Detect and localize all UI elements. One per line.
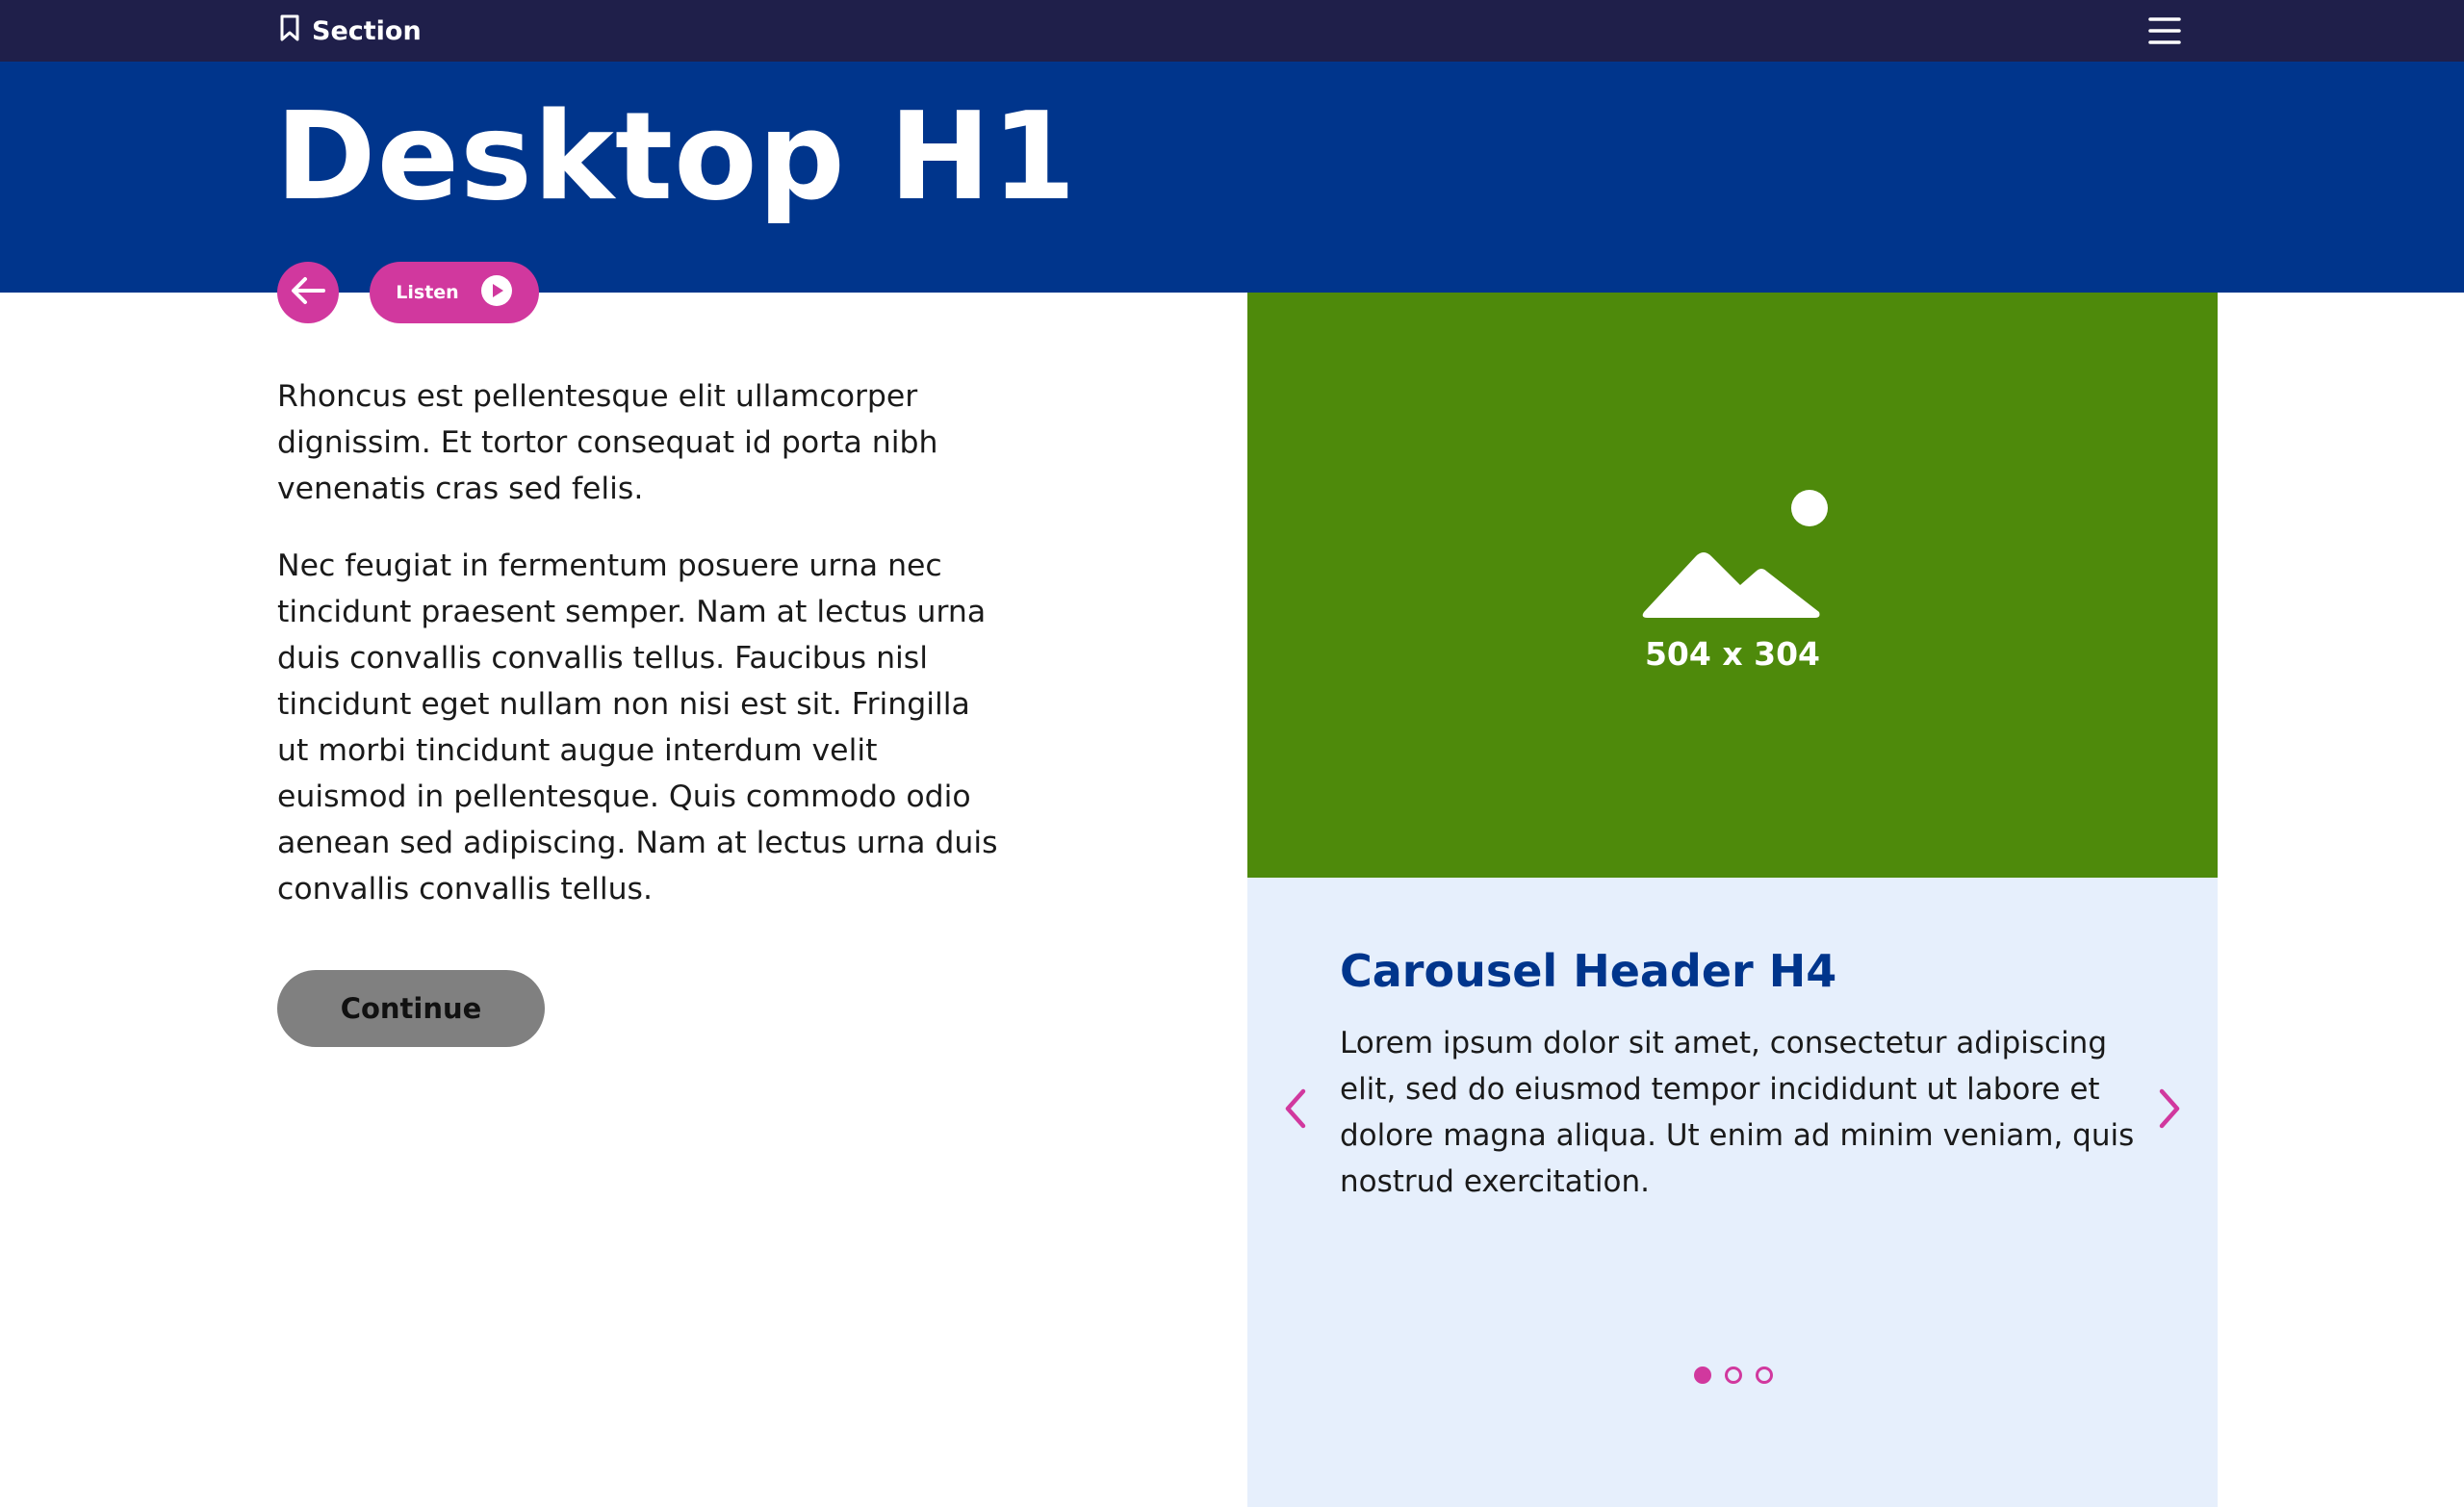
section-label: Section (312, 15, 422, 46)
carousel-dot[interactable] (1694, 1367, 1711, 1384)
page: Section Desktop H1 Listen Rhoncus est pe… (0, 0, 2464, 1507)
image-placeholder: 504 x 304 (1247, 293, 2218, 878)
chevron-left-icon (1280, 1088, 1309, 1134)
carousel-dot[interactable] (1756, 1367, 1773, 1384)
hamburger-menu-icon[interactable] (2146, 13, 2183, 48)
carousel-prev-button[interactable] (1280, 1087, 1309, 1130)
play-icon (480, 274, 513, 312)
bookmark-icon (279, 14, 300, 48)
back-button[interactable] (277, 262, 339, 323)
paragraph: Rhoncus est pellentesque elit ullamcorpe… (277, 379, 938, 506)
carousel-next-button[interactable] (2156, 1087, 2185, 1130)
chevron-right-icon (2156, 1088, 2185, 1134)
carousel-dot[interactable] (1725, 1367, 1742, 1384)
image-size-label: 504 x 304 (1644, 635, 1821, 673)
carousel: Carousel Header H4 Lorem ipsum dolor sit… (1247, 878, 2218, 1507)
arrow-left-icon (290, 276, 326, 309)
carousel-pagination (1694, 1367, 1773, 1384)
carousel-text: Lorem ipsum dolor sit amet, consectetur … (1340, 1026, 2135, 1199)
image-placeholder-icon (1642, 490, 1828, 618)
listen-label: Listen (396, 282, 459, 303)
section-link[interactable]: Section (279, 0, 422, 62)
hero-banner: Desktop H1 (0, 62, 2464, 293)
carousel-header: Carousel Header H4 (1340, 945, 1837, 997)
top-bar: Section (0, 0, 2464, 62)
listen-button[interactable]: Listen (370, 262, 539, 323)
body-content: Rhoncus est pellentesque elit ullamcorpe… (277, 373, 1009, 943)
paragraph: Nec feugiat in fermentum posuere urna ne… (277, 549, 998, 907)
page-title: Desktop H1 (275, 86, 1077, 227)
continue-button[interactable]: Continue (277, 970, 545, 1047)
